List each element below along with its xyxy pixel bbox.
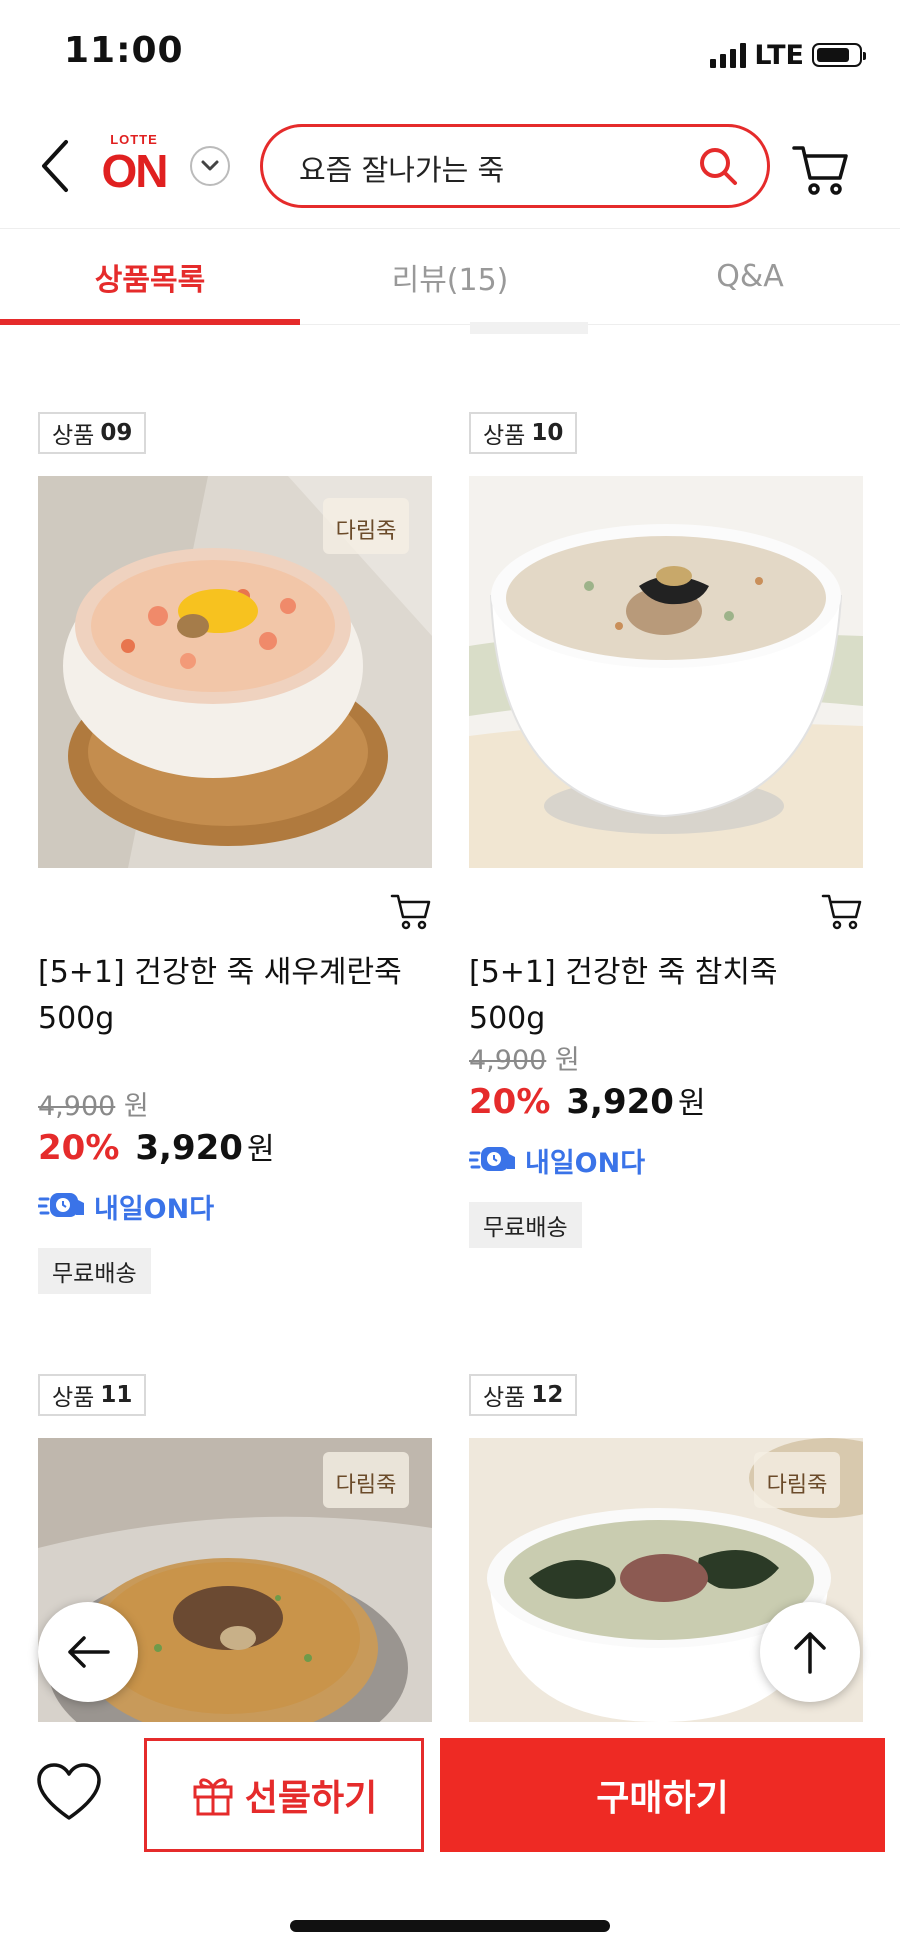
status-bar: 11:00 LTE <box>0 0 900 110</box>
free-shipping-badge: 무료배송 <box>469 1202 582 1248</box>
tab-reviews[interactable]: 리뷰(15) <box>300 229 600 324</box>
tab-qna[interactable]: Q&A <box>600 229 900 324</box>
top-header: LOTTE ON 요즘 잘나가는 죽 <box>0 110 900 228</box>
original-price-value: 4,900 <box>469 1045 547 1076</box>
cart-icon <box>792 146 848 195</box>
original-price: 4,900 원 <box>38 1084 149 1123</box>
buy-button[interactable]: 구매하기 <box>440 1738 885 1852</box>
free-shipping-badge: 무료배송 <box>38 1248 151 1294</box>
product-title[interactable]: [5+1] 건강한 죽 새우계란죽 500g <box>38 950 432 1042</box>
product-number-badge: 상품 10 <box>469 412 578 454</box>
badge-number: 12 <box>531 1382 564 1408</box>
prev-button[interactable] <box>38 1602 138 1702</box>
network-label: LTE <box>754 39 804 71</box>
currency-label: 원 <box>246 1132 275 1167</box>
product-card[interactable]: 상품 10 [5+1] 건강한 죽 참치죽 500g 4,900 원 20% 3,9… <box>469 412 863 1272</box>
product-title[interactable]: [5+1] 건강한 죽 참치죽 500g <box>469 950 863 1042</box>
badge-number: 10 <box>531 420 564 446</box>
badge-number: 11 <box>100 1382 133 1408</box>
gift-button[interactable]: 선물하기 <box>144 1738 424 1852</box>
back-button[interactable] <box>36 138 76 194</box>
search-input[interactable]: 요즘 잘나가는 죽 <box>260 124 770 208</box>
buy-label: 구매하기 <box>596 1778 729 1819</box>
status-indicators: LTE <box>710 38 866 72</box>
battery-icon <box>812 43 866 67</box>
discount-rate: 20% <box>469 1082 551 1122</box>
tab-label: 상품목록 <box>94 262 206 298</box>
product-image-shrimp-egg-porridge[interactable]: 다림죽 <box>38 476 432 868</box>
cart-icon <box>821 894 862 930</box>
svg-text:다림죽: 다림죽 <box>767 1473 828 1498</box>
gift-label: 선물하기 <box>244 1778 378 1819</box>
active-tab-indicator <box>0 319 300 325</box>
status-time: 11:00 <box>64 30 184 71</box>
product-number-badge: 상품 12 <box>469 1374 578 1416</box>
tab-label: 리뷰(15) <box>391 262 509 298</box>
tab-label: Q&A <box>716 259 784 294</box>
sale-price: 20% 3,920 원 <box>469 1078 706 1122</box>
tomorrow-delivery-badge: 내일ON다 <box>469 1140 645 1180</box>
tomorrow-delivery-badge: 내일ON다 <box>38 1186 214 1226</box>
product-image-tuna-porridge[interactable] <box>469 476 863 868</box>
detail-tabs: 상품목록 리뷰(15) Q&A <box>0 228 900 325</box>
sale-price: 20% 3,920 원 <box>38 1124 275 1168</box>
add-to-cart-button[interactable] <box>821 890 863 932</box>
product-number-badge: 상품 09 <box>38 412 147 454</box>
discount-rate: 20% <box>38 1128 120 1168</box>
currency-label: 원 <box>677 1086 706 1121</box>
delivery-label: 내일ON다 <box>94 1193 215 1225</box>
original-price-value: 4,900 <box>38 1091 116 1122</box>
search-value: 요즘 잘나가는 죽 <box>299 153 505 187</box>
product-card[interactable]: 상품 09 다림죽 [5+1] 건강한 죽 새우계란죽 500g 4,900 원 … <box>38 412 432 1312</box>
signal-icon <box>710 42 747 68</box>
sale-price-value: 3,920 <box>135 1128 243 1168</box>
badge-number: 09 <box>100 420 133 446</box>
chevron-left-icon <box>42 140 68 192</box>
product-number-badge: 상품 11 <box>38 1374 147 1416</box>
currency-label: 원 <box>554 1045 580 1076</box>
svg-text:다림죽: 다림죽 <box>336 519 397 544</box>
badge-prefix: 상품 <box>483 1385 526 1411</box>
tab-product-list[interactable]: 상품목록 <box>0 229 300 324</box>
currency-label: 원 <box>123 1091 149 1122</box>
svg-text:다림죽: 다림죽 <box>336 1473 397 1498</box>
gift-icon <box>193 1778 233 1816</box>
chevron-down-icon <box>201 160 219 171</box>
delivery-truck-icon <box>469 1147 515 1171</box>
badge-prefix: 상품 <box>52 423 95 449</box>
cart-icon <box>390 894 431 930</box>
search-icon[interactable] <box>697 145 739 187</box>
badge-prefix: 상품 <box>52 1385 95 1411</box>
badge-prefix: 상품 <box>483 423 526 449</box>
heart-icon <box>37 1763 101 1820</box>
delivery-label: 내일ON다 <box>525 1147 646 1179</box>
logo-main-text: ON <box>101 145 169 197</box>
lotte-on-logo[interactable]: LOTTE ON <box>94 132 174 204</box>
cart-button[interactable] <box>792 140 850 198</box>
bottom-action-bar: 선물하기 구매하기 <box>0 1722 900 1948</box>
previous-content-edge <box>470 322 588 334</box>
service-dropdown-button[interactable] <box>190 146 230 186</box>
original-price: 4,900 원 <box>469 1038 580 1077</box>
sale-price-value: 3,920 <box>566 1082 674 1122</box>
home-indicator[interactable] <box>290 1920 610 1932</box>
add-to-cart-button[interactable] <box>390 890 432 932</box>
delivery-truck-icon <box>38 1193 84 1217</box>
scroll-top-button[interactable] <box>760 1602 860 1702</box>
arrow-up-icon <box>794 1632 826 1674</box>
wishlist-button[interactable] <box>36 1762 102 1822</box>
arrow-left-icon <box>68 1636 110 1668</box>
